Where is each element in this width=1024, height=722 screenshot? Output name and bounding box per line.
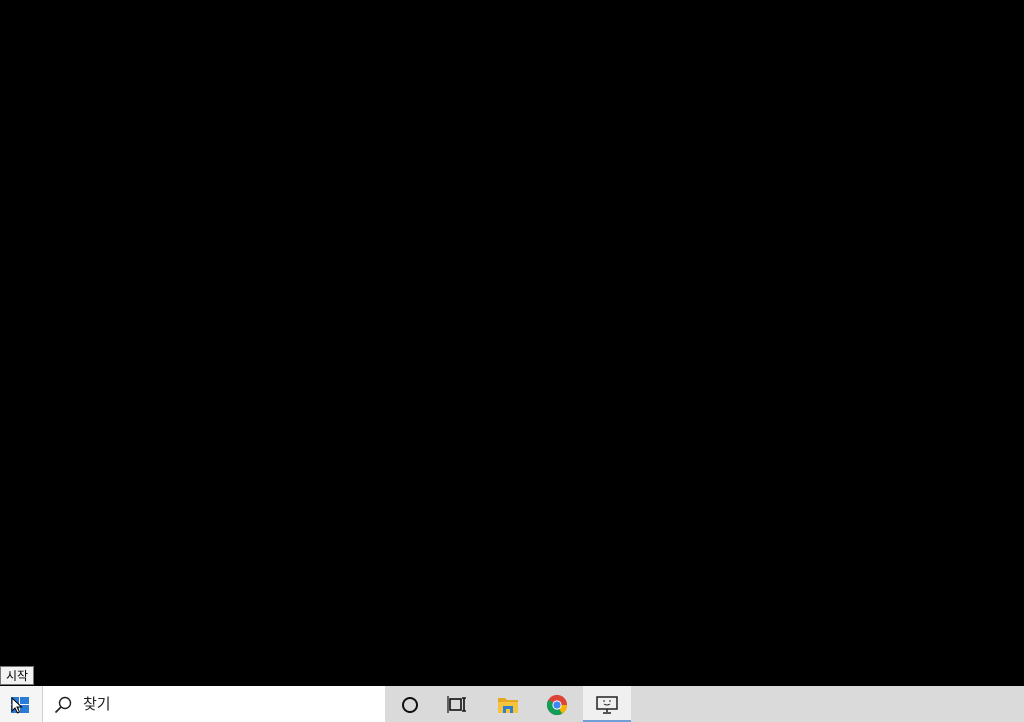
desktop-background bbox=[0, 0, 1024, 686]
monitor-icon bbox=[596, 696, 618, 714]
search-box[interactable] bbox=[42, 686, 385, 722]
task-view-icon bbox=[447, 696, 466, 713]
chrome-icon bbox=[546, 694, 568, 716]
remote-desktop-button[interactable] bbox=[583, 686, 631, 722]
cortana-button[interactable] bbox=[386, 686, 434, 722]
mouse-cursor-icon bbox=[11, 697, 23, 714]
cortana-circle-icon bbox=[402, 697, 418, 713]
file-explorer-button[interactable] bbox=[484, 686, 532, 722]
start-tooltip: 시작 bbox=[0, 666, 35, 685]
search-icon bbox=[54, 696, 72, 714]
taskbar bbox=[0, 686, 1024, 722]
folder-icon bbox=[498, 698, 518, 713]
search-input[interactable] bbox=[83, 686, 373, 722]
chrome-button[interactable] bbox=[533, 686, 581, 722]
start-button[interactable] bbox=[0, 686, 42, 722]
task-view-button[interactable] bbox=[434, 686, 482, 722]
